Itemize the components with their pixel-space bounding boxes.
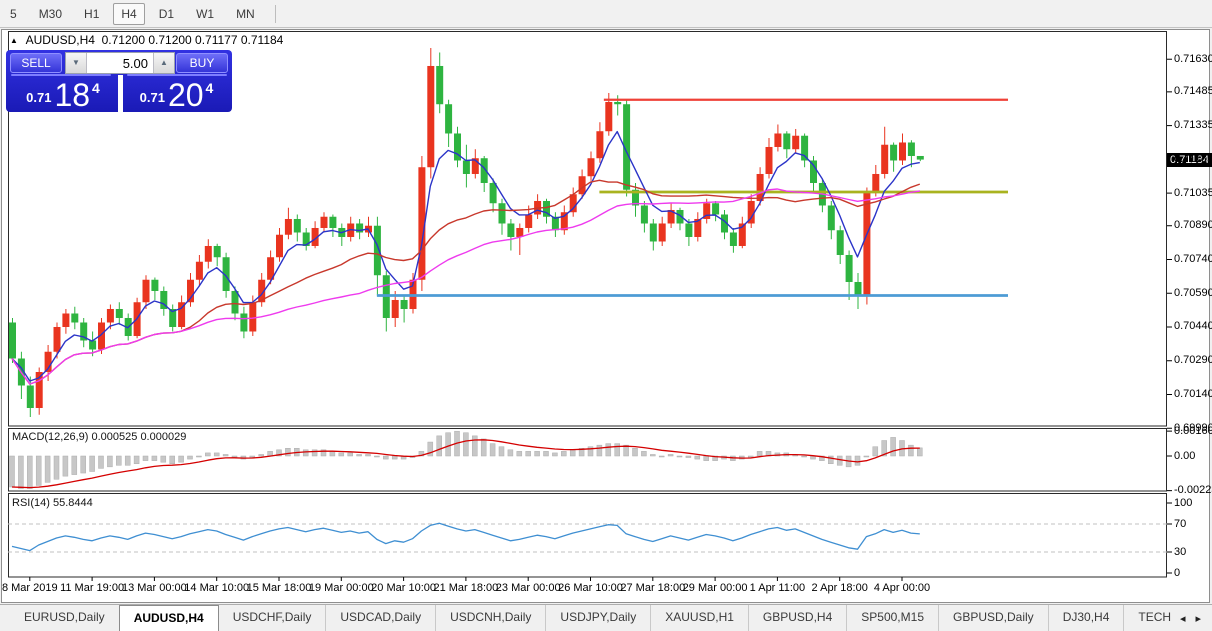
- one-click-trading-panel: SELL ▼ ▲ BUY 0.71184 0.71204: [6, 50, 232, 112]
- price-tick-label: 0.70590: [1174, 286, 1212, 299]
- tab-xauusd-h1[interactable]: XAUUSD,H1: [650, 605, 748, 631]
- time-axis-label: 15 Mar 18:00: [246, 582, 312, 594]
- lot-size-spinner: ▼ ▲: [65, 52, 175, 74]
- price-tick-label: 0.71185: [1174, 152, 1212, 165]
- tab-eurusd-daily[interactable]: EURUSD,Daily: [10, 605, 119, 631]
- buy-price-big: 20: [167, 77, 204, 113]
- rsi-scale-label: 70: [1174, 517, 1187, 530]
- rsi-scale-label: 0: [1174, 566, 1181, 579]
- time-axis-label: 4 Apr 00:00: [873, 582, 931, 594]
- time-axis-label: 14 Mar 10:00: [184, 582, 250, 594]
- buy-price-sup: 4: [205, 80, 214, 96]
- rsi-indicator-label: RSI(14) 55.8444: [12, 497, 93, 509]
- tab-audusd-h4[interactable]: AUDUSD,H4: [118, 605, 219, 631]
- time-axis-label: 2 Apr 18:00: [811, 582, 868, 594]
- rsi-scale-label: 30: [1174, 545, 1187, 558]
- time-axis-label: 26 Mar 10:00: [558, 582, 623, 594]
- buy-price-prefix: 0.71: [139, 90, 165, 105]
- price-tick-label: 0.71630: [1174, 52, 1212, 65]
- price-tick-label: 0.70140: [1174, 387, 1212, 400]
- chart-title-symbol: AUDUSD,H4: [25, 33, 95, 47]
- chart-title-ohlc: 0.71200 0.71200 0.71177 0.71184: [101, 33, 284, 47]
- lot-decrease-button[interactable]: ▼: [66, 53, 87, 73]
- lot-size-input[interactable]: [87, 53, 153, 73]
- tab-gbpusd-h4[interactable]: GBPUSD,H4: [747, 605, 846, 631]
- time-axis-label: 11 Mar 19:00: [60, 582, 125, 594]
- lot-increase-button[interactable]: ▲: [153, 53, 174, 73]
- tab-sp500-m15[interactable]: SP500,M15: [846, 605, 938, 631]
- chart-tab-bar: EURUSD,Daily AUDUSD,H4 USDCHF,Daily USDCAD,…: [0, 604, 1212, 631]
- tab-usdcnh-daily[interactable]: USDCNH,Daily: [435, 605, 545, 631]
- buy-button[interactable]: BUY: [176, 53, 228, 73]
- price-tick-label: 0.71485: [1174, 85, 1212, 98]
- time-axis-label: 21 Mar 18:00: [433, 582, 499, 594]
- tab-dj30-h4[interactable]: DJ30,H4: [1047, 605, 1124, 631]
- time-axis-label: 23 Mar 00:00: [495, 582, 561, 594]
- rsi-scale-label: 100: [1174, 496, 1193, 509]
- price-tick-label: 0.70290: [1174, 354, 1212, 367]
- tab-scroll-arrows: ◂ ▸: [1170, 605, 1210, 631]
- time-axis-label: 13 Mar 00:00: [121, 582, 187, 594]
- sell-price-big: 18: [54, 77, 91, 113]
- scroll-right-button[interactable]: ▸: [1190, 610, 1206, 627]
- time-axis-label: 20 Mar 10:00: [371, 582, 437, 594]
- time-axis-label: 8 Mar 2019: [1, 582, 58, 594]
- collapse-triangle-icon[interactable]: ▲: [10, 36, 18, 45]
- macd-scale-label: 0.001605: [1174, 424, 1212, 437]
- sell-price-box[interactable]: 0.71 18 4: [8, 76, 118, 113]
- time-axis-label: 27 Mar 18:00: [620, 582, 686, 594]
- price-tick-label: 0.70890: [1174, 219, 1212, 232]
- rsi-layer: [8, 522, 1167, 553]
- chevron-up-icon: ▲: [160, 58, 168, 67]
- time-axis-label: 19 Mar 00:00: [308, 582, 374, 594]
- time-axis-label: 1 Apr 11:00: [749, 582, 806, 594]
- tab-usdjpy-daily[interactable]: USDJPY,Daily: [545, 605, 650, 631]
- time-axis-label: 29 Mar 00:00: [682, 582, 748, 594]
- sell-price-prefix: 0.71: [26, 90, 52, 105]
- macd-scale-label: 0.00: [1174, 449, 1196, 462]
- chart-title: ▲ AUDUSD,H4 0.71200 0.71200 0.71177 0.71…: [10, 33, 283, 47]
- tab-usdcad-daily[interactable]: USDCAD,Daily: [325, 605, 435, 631]
- macd-scale-label: -0.002235: [1174, 484, 1212, 497]
- price-tick-label: 0.70440: [1174, 320, 1212, 333]
- macd-main-value: 0.000525: [91, 431, 138, 443]
- scroll-left-button[interactable]: ◂: [1175, 610, 1191, 627]
- sell-button[interactable]: SELL: [10, 53, 62, 73]
- rsi-value: 55.8444: [52, 497, 93, 509]
- sell-price-sup: 4: [92, 80, 100, 96]
- chevron-down-icon: ▼: [72, 58, 80, 67]
- macd-indicator-label: MACD(12,26,9) 0.000525 0.000029: [12, 431, 187, 443]
- tab-gbpusd-daily[interactable]: GBPUSD,Daily: [938, 605, 1048, 631]
- macd-signal-value: 0.000029: [140, 431, 187, 443]
- tab-usdchf-daily[interactable]: USDCHF,Daily: [219, 605, 326, 631]
- price-tick-label: 0.70740: [1174, 252, 1212, 265]
- buy-price-box[interactable]: 0.71 20 4: [123, 76, 230, 113]
- price-tick-label: 0.71035: [1174, 186, 1212, 199]
- price-tick-label: 0.71335: [1174, 119, 1212, 132]
